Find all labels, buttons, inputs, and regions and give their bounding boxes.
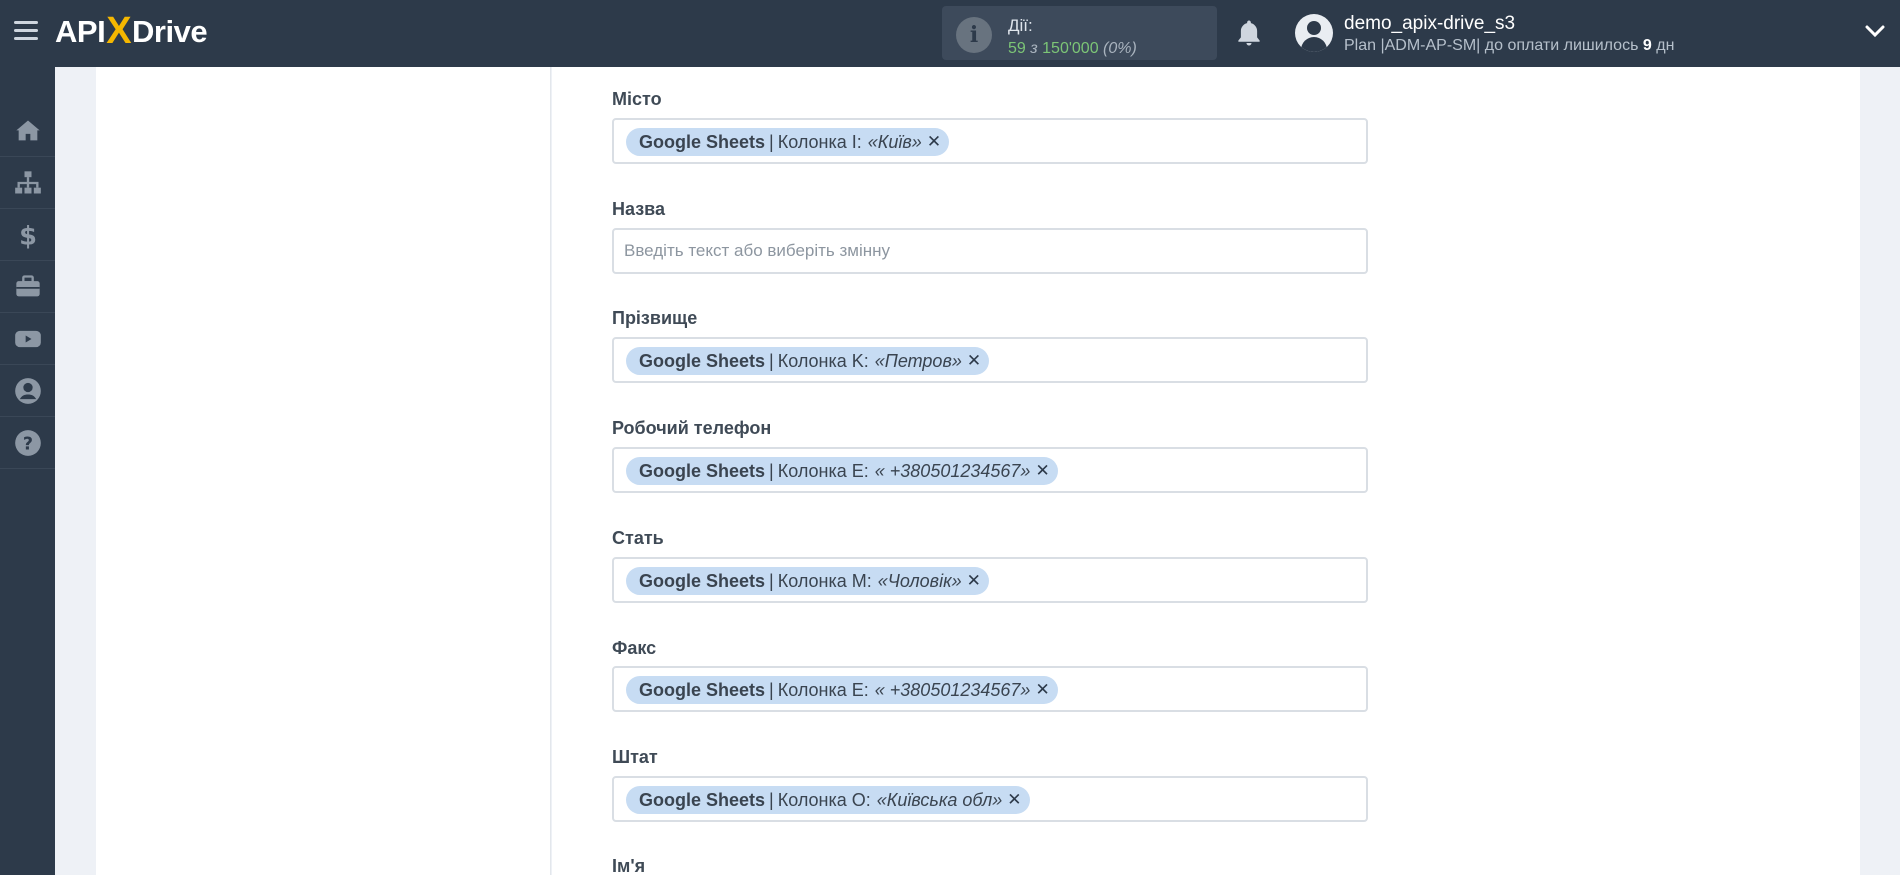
field-label-name: Назва bbox=[612, 199, 666, 219]
name-field[interactable] bbox=[612, 228, 1368, 274]
field-label-city: Місто bbox=[612, 89, 662, 109]
remove-chip-icon[interactable]: ✕ bbox=[1035, 680, 1049, 700]
menu-icon[interactable] bbox=[14, 21, 38, 41]
variable-chip[interactable]: Google Sheets | Колонка O: «Київська обл» ✕ bbox=[626, 786, 1030, 814]
variable-chip[interactable]: Google Sheets | Колонка E: « +380501234567»… bbox=[626, 676, 1058, 704]
top-bar: API X Drive i Дії: 59 з 150'000 (0%) demo_… bbox=[0, 0, 1900, 67]
avatar[interactable] bbox=[1295, 14, 1333, 52]
youtube-icon bbox=[14, 330, 41, 347]
actions-counter[interactable]: i Дії: 59 з 150'000 (0%) bbox=[942, 6, 1217, 60]
sidebar-item-home[interactable] bbox=[0, 105, 55, 157]
logo-text-api: API bbox=[55, 14, 106, 49]
sidebar-item-video[interactable] bbox=[0, 313, 55, 365]
sidebar-item-profile[interactable] bbox=[0, 365, 55, 417]
remove-chip-icon[interactable]: ✕ bbox=[967, 351, 981, 371]
home-icon bbox=[15, 120, 40, 140]
briefcase-icon bbox=[15, 274, 40, 296]
work-phone-field[interactable]: Google Sheets | Колонка E: « +380501234567»… bbox=[612, 447, 1368, 493]
actions-usage: 59 з 150'000 (0%) bbox=[1008, 40, 1137, 57]
field-label-first-name: Ім'я bbox=[612, 856, 646, 875]
logo-text-drive: Drive bbox=[132, 14, 208, 49]
sidebar-item-help[interactable]: ? bbox=[0, 417, 55, 469]
variable-chip[interactable]: Google Sheets | Колонка E: « +380501234567»… bbox=[626, 457, 1058, 485]
sidebar-item-connections[interactable] bbox=[0, 157, 55, 209]
remove-chip-icon[interactable]: ✕ bbox=[1035, 461, 1049, 481]
sidebar: $ ? bbox=[0, 67, 55, 875]
field-label-work-phone: Робочий телефон bbox=[612, 418, 772, 438]
logo[interactable]: API X Drive bbox=[55, 9, 208, 52]
user-name[interactable]: demo_apix-drive_s3 bbox=[1344, 13, 1515, 35]
sidebar-item-services[interactable] bbox=[0, 261, 55, 313]
surname-field[interactable]: Google Sheets | Колонка K: «Петров» ✕ bbox=[612, 337, 1368, 383]
state-field[interactable]: Google Sheets | Колонка O: «Київська обл» ✕ bbox=[612, 776, 1368, 822]
field-label-state: Штат bbox=[612, 747, 658, 767]
sitemap-icon bbox=[14, 170, 41, 193]
actions-title: Дії: bbox=[1008, 16, 1033, 35]
field-label-fax: Факс bbox=[612, 638, 657, 658]
field-label-surname: Прізвище bbox=[612, 308, 698, 328]
svg-text:$: $ bbox=[19, 221, 37, 249]
svg-text:?: ? bbox=[22, 434, 32, 454]
bell-icon[interactable] bbox=[1234, 18, 1264, 48]
variable-chip[interactable]: Google Sheets | Колонка M: «Чоловік» ✕ bbox=[626, 567, 989, 595]
logo-text-x: X bbox=[106, 9, 132, 52]
city-field[interactable]: Google Sheets | Колонка I: «Київ» ✕ bbox=[612, 118, 1368, 164]
variable-chip[interactable]: Google Sheets | Колонка K: «Петров» ✕ bbox=[626, 347, 990, 375]
sidebar-item-billing[interactable]: $ bbox=[0, 209, 55, 261]
remove-chip-icon[interactable]: ✕ bbox=[1007, 790, 1021, 810]
chevron-down-icon[interactable] bbox=[1865, 24, 1885, 38]
name-input[interactable] bbox=[614, 230, 1366, 272]
fax-field[interactable]: Google Sheets | Колонка E: « +380501234567»… bbox=[612, 666, 1368, 712]
question-icon: ? bbox=[14, 429, 41, 456]
gender-field[interactable]: Google Sheets | Колонка M: «Чоловік» ✕ bbox=[612, 557, 1368, 603]
remove-chip-icon[interactable]: ✕ bbox=[967, 571, 981, 591]
info-icon: i bbox=[956, 17, 992, 53]
user-circle-icon bbox=[14, 377, 41, 404]
field-label-gender: Стать bbox=[612, 528, 664, 548]
left-panel bbox=[96, 67, 551, 875]
remove-chip-icon[interactable]: ✕ bbox=[927, 132, 941, 152]
dollar-icon: $ bbox=[19, 221, 37, 249]
user-plan: Plan |ADM-AP-SM| до оплати лишилось 9 дн bbox=[1344, 37, 1675, 54]
variable-chip[interactable]: Google Sheets | Колонка I: «Київ» ✕ bbox=[626, 128, 950, 156]
